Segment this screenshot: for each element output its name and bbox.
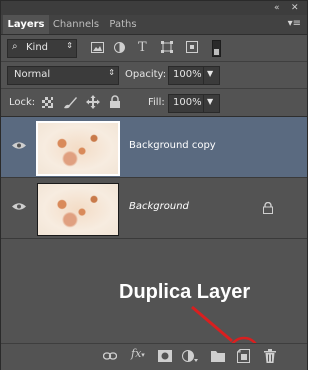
layer-row-background-copy[interactable]: Background copy <box>1 117 307 178</box>
tab-layers[interactable]: Layers <box>3 15 49 34</box>
filter-row: ⌕ Kind ⇕ T <box>1 35 307 61</box>
chevron-updown-icon: ⇕ <box>66 41 73 50</box>
lock-position-icon[interactable] <box>86 95 100 109</box>
blend-mode-select[interactable]: Normal ⇕ <box>7 66 119 85</box>
new-layer-icon[interactable] <box>237 349 250 363</box>
link-layers-icon[interactable] <box>103 352 117 360</box>
filter-toggle-switch[interactable] <box>212 40 221 57</box>
filter-kind-select[interactable]: ⌕ Kind ⇕ <box>7 39 77 58</box>
pixel-layer-filter-icon[interactable] <box>91 42 104 53</box>
tab-paths[interactable]: Paths <box>105 15 141 34</box>
chevron-down-icon: ▼ <box>207 97 214 106</box>
fill-dropdown-button[interactable]: ▼ <box>203 94 220 113</box>
opacity-value: 100% <box>173 69 202 80</box>
chevron-updown-icon: ⇕ <box>108 68 115 77</box>
lock-label: Lock: <box>9 97 36 108</box>
lock-row: Lock: Fill: 100% ▼ <box>1 89 307 116</box>
opacity-dropdown-button[interactable]: ▼ <box>203 66 220 85</box>
fill-input[interactable]: 100% <box>168 94 204 113</box>
layer-style-fx-icon[interactable]: fx▾ <box>131 347 145 360</box>
visibility-eye-icon[interactable] <box>12 202 26 211</box>
chevron-down-icon: ▼ <box>207 69 214 78</box>
blend-row: Normal ⇕ Opacity: 100% ▼ <box>1 62 307 88</box>
shape-layer-filter-icon[interactable] <box>161 41 173 53</box>
adjustment-layer-filter-icon[interactable] <box>114 42 125 53</box>
delete-layer-trash-icon[interactable] <box>264 349 276 363</box>
filter-kind-label: Kind <box>26 42 49 53</box>
lock-all-icon[interactable] <box>110 95 120 108</box>
new-group-folder-icon[interactable] <box>211 350 225 362</box>
search-icon: ⌕ <box>12 41 18 52</box>
visibility-eye-icon[interactable] <box>12 141 26 150</box>
fill-label: Fill: <box>148 97 165 108</box>
panel-tabs: Layers Channels Paths ▾≡ <box>1 15 307 35</box>
opacity-input[interactable]: 100% <box>168 66 204 85</box>
layer-name[interactable]: Background <box>129 201 189 212</box>
layer-name[interactable]: Background copy <box>129 140 216 151</box>
layer-row-background[interactable]: Background <box>1 178 307 239</box>
layer-thumbnail <box>37 183 119 236</box>
panel-title-bar: « ✕ <box>1 1 307 15</box>
opacity-label: Opacity: <box>125 69 167 80</box>
new-adjustment-layer-icon[interactable] <box>182 350 198 363</box>
panel-menu-icon[interactable]: ▾≡ <box>288 18 301 29</box>
layers-panel: « ✕ Layers Channels Paths ▾≡ ⌕ Kind ⇕ T … <box>0 0 308 370</box>
smart-object-filter-icon[interactable] <box>186 41 198 53</box>
layers-bottom-toolbar: fx▾ <box>1 343 307 370</box>
fill-value: 100% <box>173 97 202 108</box>
type-layer-filter-icon[interactable]: T <box>138 40 147 55</box>
close-panel-icon[interactable]: ✕ <box>291 2 299 14</box>
tab-channels[interactable]: Channels <box>51 15 101 34</box>
blend-mode-value: Normal <box>14 69 51 80</box>
lock-transparent-pixels-icon[interactable] <box>42 97 53 108</box>
layer-locked-icon <box>263 202 273 214</box>
add-layer-mask-icon[interactable] <box>158 350 172 362</box>
collapse-icon[interactable]: « <box>274 2 280 14</box>
lock-image-pixels-icon[interactable] <box>63 96 77 109</box>
layer-thumbnail <box>36 121 120 176</box>
